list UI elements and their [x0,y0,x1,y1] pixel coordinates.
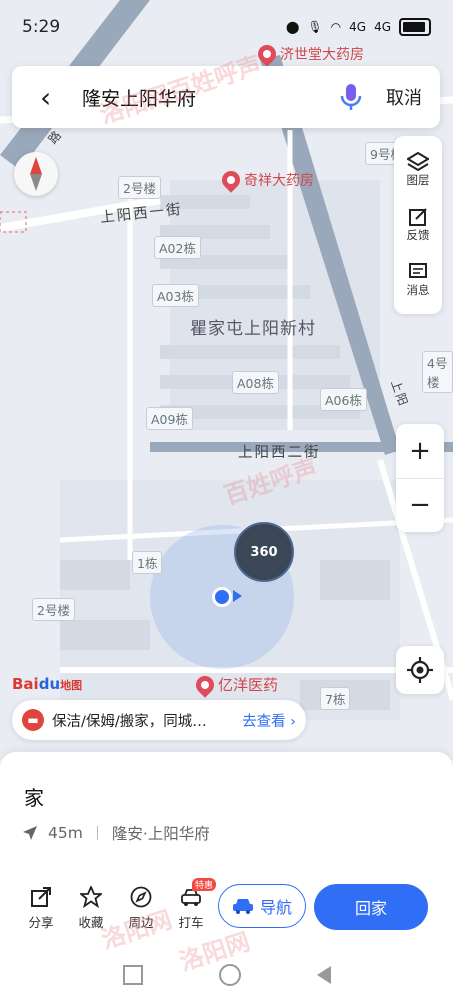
building-label: 2号楼 [32,598,75,621]
poi-pin-icon [218,167,244,193]
layers-label: 图层 [406,172,430,187]
place-distance: 45m [48,824,83,842]
status-icons: ⬤ 🎙 ◠ 4G 4G [286,18,431,36]
cancel-button[interactable]: 取消 [386,84,422,110]
zoom-control: + − [396,424,444,532]
compass-nearby-icon [130,886,152,907]
share-icon [31,886,51,907]
zoom-out-button[interactable]: − [396,479,444,533]
zoom-in-button[interactable]: + [396,424,444,479]
poi-pin-icon [192,671,218,698]
action-bar: 分享 收藏 周边 特惠 打车 导航 回家 [0,870,453,946]
location-icon: ⬤ [285,20,300,34]
poi-pharmacy[interactable]: 奇祥大药房 [218,167,314,193]
feedback-button[interactable]: 反馈 [407,207,430,243]
current-location-icon [212,587,232,607]
share-button[interactable]: 分享 [16,886,66,931]
taxi-button[interactable]: 特惠 打车 [166,877,216,931]
status-time: 5:29 [22,17,61,37]
building-label: 1栋 [132,551,163,574]
logo-text-map: 地图 [60,679,83,692]
status-bar: 5:29 ⬤ 🎙 ◠ 4G 4G [0,0,453,54]
baidu-map-logo: Baidu地图 [12,675,82,693]
map-tools: 图层 反馈 消息 [394,136,442,314]
system-navigation [0,950,453,1000]
recents-icon[interactable] [122,965,143,985]
navigate-button[interactable]: 导航 [218,884,306,928]
search-bar[interactable]: ‹ 隆安上阳华府 取消 [12,66,440,128]
building-label: A03栋 [152,284,199,307]
car-nav-icon [232,899,253,914]
promo-banner[interactable]: ▬ 保洁/保姆/搬家，同城… 去查看 › [12,700,306,740]
nearby-button[interactable]: 周边 [116,886,166,931]
place-meta: 45m 隆安·上阳华府 [22,822,210,844]
locate-button[interactable] [396,646,444,694]
go-home-button[interactable]: 回家 [314,884,428,930]
share-label: 分享 [28,914,54,930]
poi-label: 奇祥大药房 [244,173,314,189]
locate-icon [407,657,433,683]
road-label: 上阳西二街 [238,445,321,461]
favorite-label: 收藏 [78,914,104,930]
logo-text-du: du [38,675,61,693]
star-icon [80,885,102,908]
navigate-label: 导航 [259,898,292,917]
messages-button[interactable]: 消息 [407,262,430,298]
back-icon[interactable]: ‹ [40,81,70,114]
feedback-label: 反馈 [406,227,430,242]
panorama-marker[interactable]: 360 [234,522,294,582]
home-icon[interactable] [218,964,241,986]
network-label: 4G [349,20,367,34]
place-title: 家 [24,786,44,810]
mic-status-icon: 🎙 [307,20,323,34]
building-label: 4号楼 [422,351,453,393]
taxi-badge: 特惠 [192,877,216,891]
building-label: A08栋 [232,371,279,394]
poi-hospital[interactable]: 亿洋医药 [192,671,279,698]
place-address: 隆安·上阳华府 [111,825,210,843]
service-icon: ▬ [22,709,44,731]
favorite-button[interactable]: 收藏 [66,885,116,931]
building-label: 2号楼 [118,176,161,199]
area-label: 瞿家屯上阳新村 [190,319,316,339]
compass-icon[interactable] [14,152,58,196]
poi-label: 亿洋医药 [218,676,279,694]
network-label-2: 4G [374,20,391,34]
edit-icon [409,208,427,226]
message-icon [409,263,427,279]
building-label: A02栋 [154,236,201,259]
navigation-arrow-icon [23,826,37,840]
promo-link[interactable]: 去查看 › [242,710,296,731]
divider [96,826,98,840]
taxi-label: 打车 [178,914,204,930]
heading-arrow-icon [233,590,242,602]
building-label: A09栋 [146,407,193,430]
battery-icon [399,18,431,36]
wifi-icon: ◠ [330,20,342,34]
layers-button[interactable]: 图层 [406,151,430,188]
back-nav-icon[interactable] [316,966,331,984]
promo-text: 保洁/保姆/搬家，同城… [52,713,207,730]
messages-label: 消息 [406,283,430,298]
nearby-label: 周边 [128,914,154,930]
search-input[interactable]: 隆安上阳华府 [70,84,336,111]
building-label: A06栋 [320,388,367,411]
logo-text-bai: Bai [12,675,39,693]
layers-icon [407,151,429,171]
voice-search-icon[interactable] [336,82,366,112]
panorama-label: 360 [234,522,294,582]
building-label: 7栋 [320,687,351,710]
